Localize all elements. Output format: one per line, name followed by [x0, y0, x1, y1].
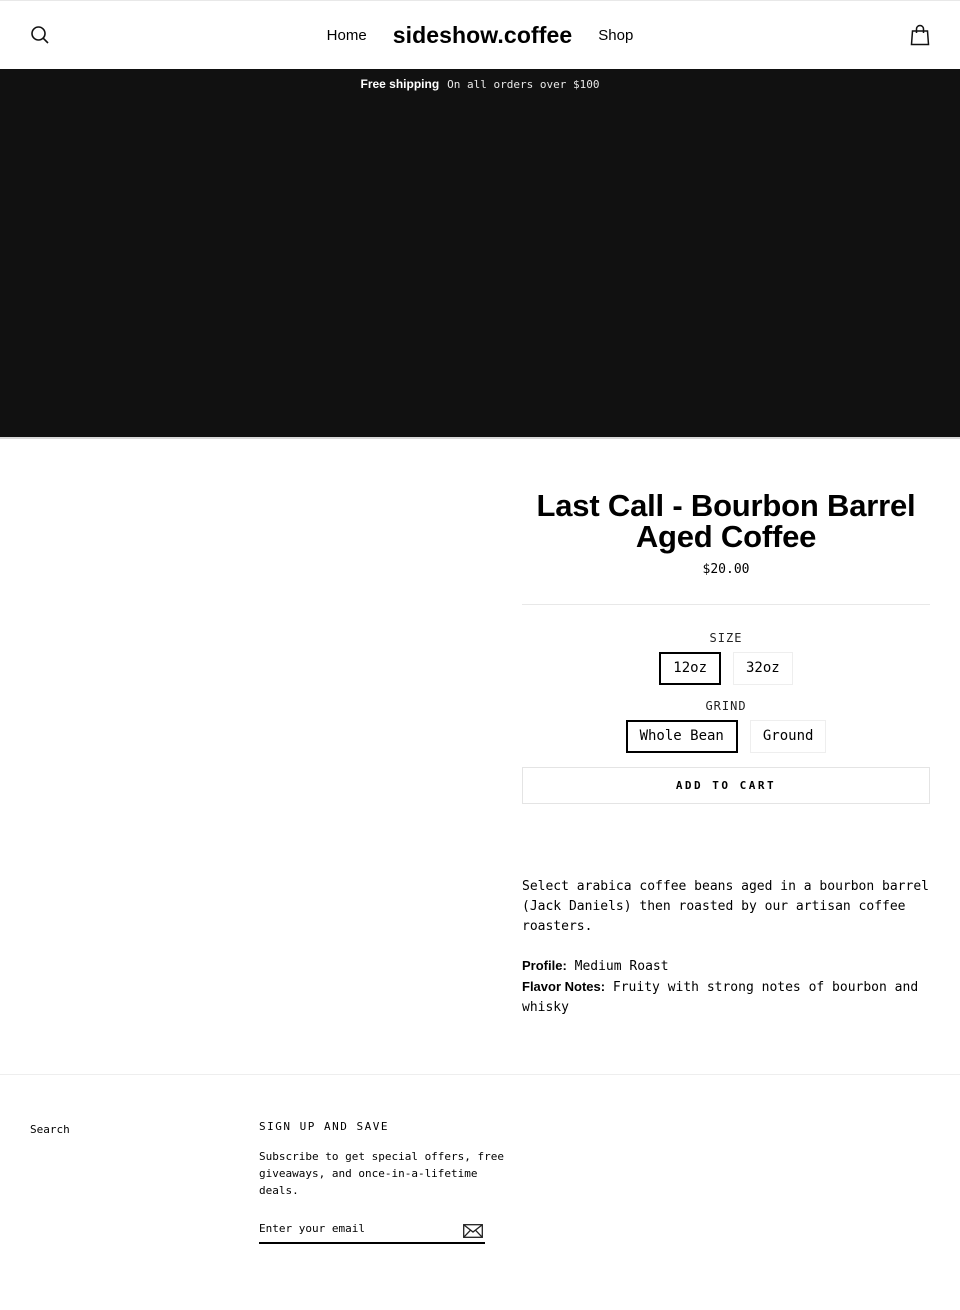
announcement-title: Free shipping — [360, 77, 440, 91]
grind-options: Whole Bean Ground — [522, 720, 930, 753]
size-option-32oz[interactable]: 32oz — [733, 652, 793, 685]
main-nav: Home sideshow.coffee Shop — [0, 1, 960, 69]
nav-shop-link[interactable]: Shop — [598, 27, 633, 44]
product-description: Select arabica coffee beans aged in a bo… — [522, 877, 930, 1018]
detail-key: Profile: — [522, 958, 567, 973]
detail-profile: Profile: Medium Roast — [522, 956, 930, 977]
grind-option-whole-bean[interactable]: Whole Bean — [625, 720, 738, 753]
site-header: Home sideshow.coffee Shop — [0, 0, 960, 69]
email-input[interactable] — [259, 1217, 449, 1240]
size-option-12oz[interactable]: 12oz — [659, 652, 721, 685]
add-to-cart-button[interactable]: ADD TO CART — [522, 767, 930, 804]
announcement-bar: Free shipping On all orders over $100 — [0, 77, 960, 91]
signup-blurb: Subscribe to get special offers, free gi… — [259, 1150, 505, 1197]
footer-divider — [0, 1074, 960, 1075]
detail-key: Flavor Notes: — [522, 979, 606, 994]
announcement-text: On all orders over $100 — [447, 78, 600, 91]
shopping-bag-icon[interactable] — [910, 24, 930, 46]
product-info: Last Call - Bourbon Barrel Aged Coffee $… — [522, 490, 930, 804]
size-options: 12oz 32oz — [522, 652, 930, 685]
nav-home-link[interactable]: Home — [327, 27, 367, 44]
grind-option-ground[interactable]: Ground — [749, 720, 827, 753]
grind-label: GRIND — [705, 699, 747, 713]
hero-banner: Free shipping On all orders over $100 — [0, 69, 960, 438]
product-price: $20.00 — [702, 562, 750, 577]
newsletter-signup: SIGN UP AND SAVE Subscribe to get specia… — [259, 1120, 504, 1244]
envelope-icon[interactable] — [463, 1223, 483, 1238]
description-text: Select arabica coffee beans aged in a bo… — [522, 879, 929, 934]
signup-heading: SIGN UP AND SAVE — [259, 1120, 389, 1133]
divider — [522, 604, 930, 605]
detail-flavor-notes: Flavor Notes: Fruity with strong notes o… — [522, 977, 930, 1018]
site-logo[interactable]: sideshow.coffee — [393, 22, 573, 49]
hero-divider — [0, 437, 960, 439]
email-form — [259, 1217, 485, 1244]
size-label: SIZE — [709, 631, 743, 645]
footer-search-link[interactable]: Search — [30, 1123, 70, 1136]
detail-value: Medium Roast — [574, 959, 669, 974]
product-title: Last Call - Bourbon Barrel Aged Coffee — [536, 488, 916, 554]
